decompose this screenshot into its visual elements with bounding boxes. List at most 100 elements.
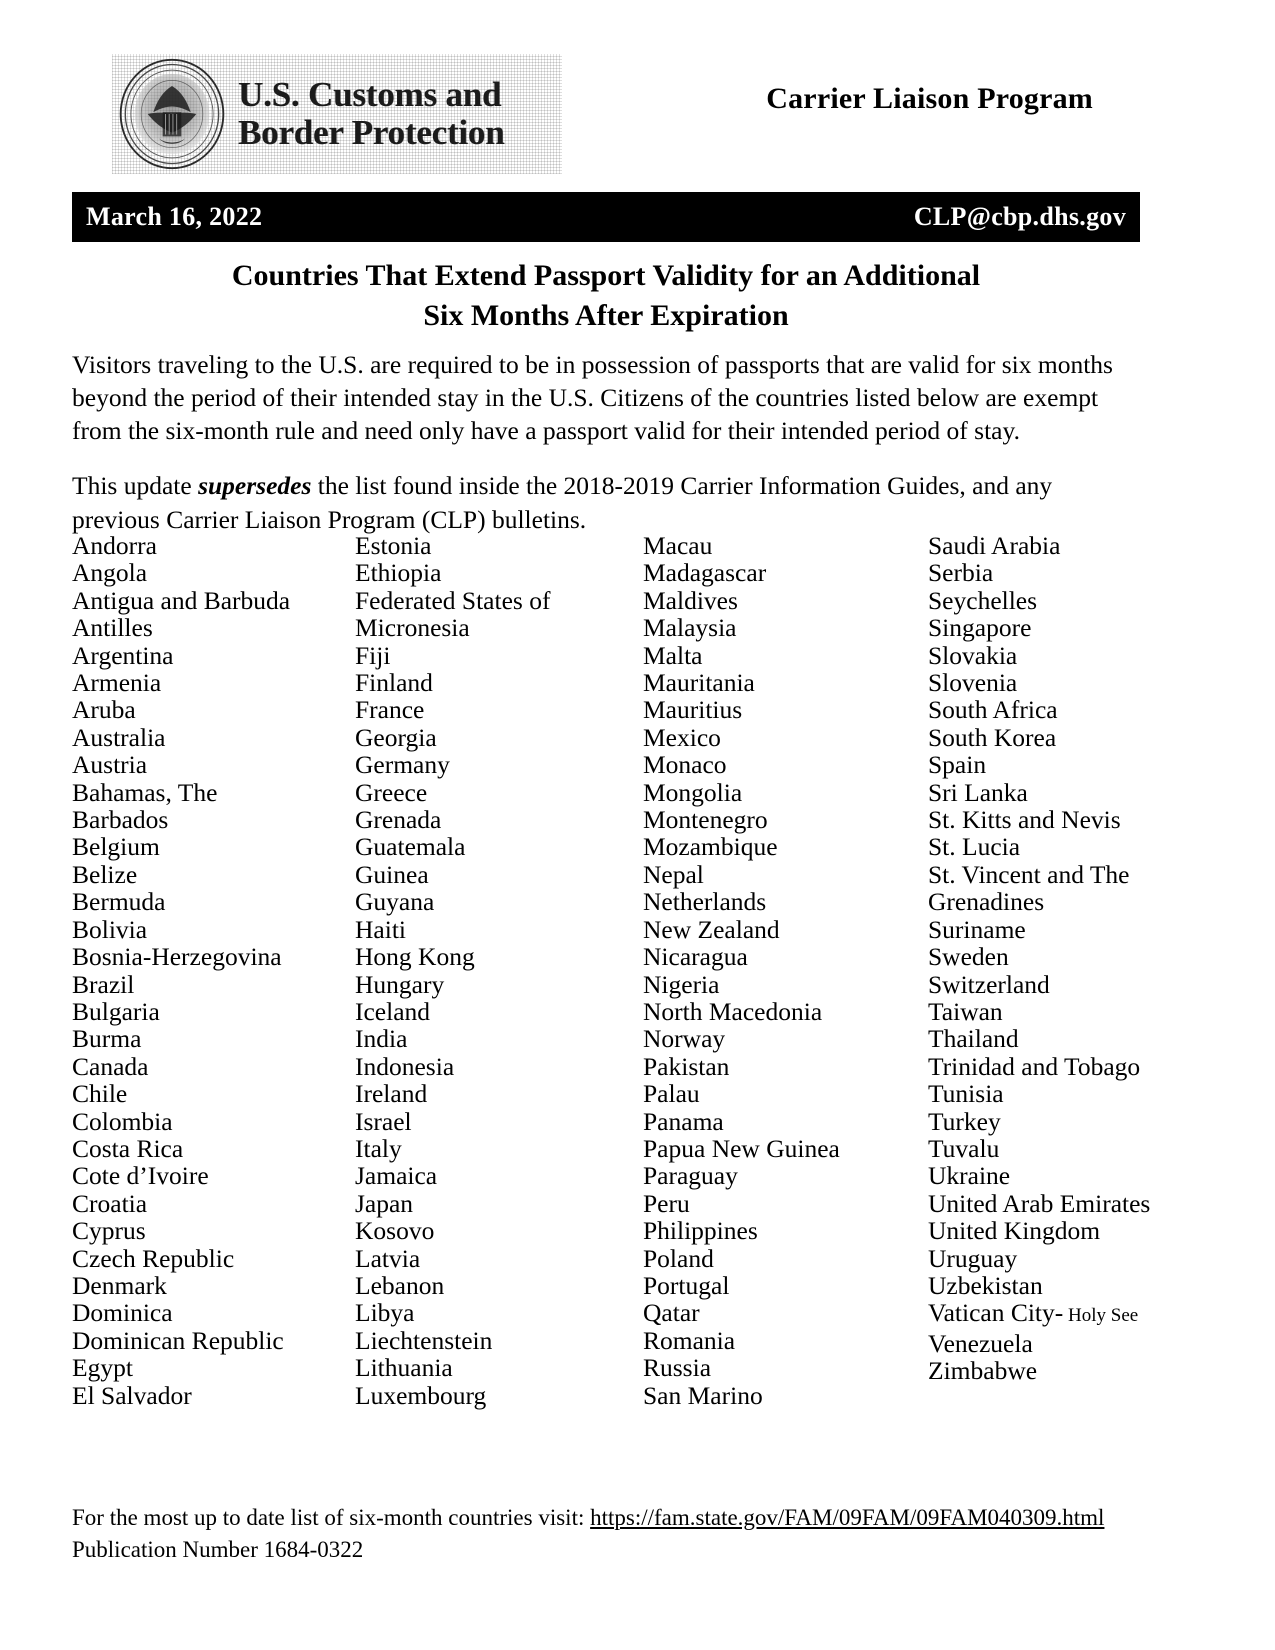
country-entry: Fiji (355, 640, 391, 670)
country-list: Andorra Angola Antigua and Barbuda Antilles… (72, 532, 1207, 1409)
country-entry: Ireland (355, 1079, 428, 1109)
cbp-logo-block: U.S. Customs and Border Protection (112, 54, 562, 174)
body-text: Visitors traveling to the U.S. are requi… (72, 348, 1135, 558)
country-entry: Australia (72, 722, 166, 752)
country-entry: Madagascar (643, 558, 767, 588)
country-entry: Jamaica (355, 1161, 438, 1191)
country-entry: Bermuda (72, 887, 166, 917)
country-entry: Uzbekistan (928, 1270, 1043, 1300)
country-entry: Mauritius (643, 695, 743, 725)
country-entry: Argentina (72, 640, 174, 670)
country-entry: Serbia (928, 558, 994, 588)
country-entry: Barbados (72, 805, 169, 835)
country-entry: Seychelles (928, 585, 1038, 615)
page-title-line-1: Countries That Extend Passport Validity … (231, 259, 981, 292)
country-entry: Monaco (643, 750, 727, 780)
country-entry: France (355, 695, 425, 725)
country-entry: Dominican Republic (72, 1325, 284, 1355)
country-entry: Haiti (355, 914, 406, 944)
country-entry: Slovakia (928, 640, 1018, 670)
country-entry: Czech Republic (72, 1243, 235, 1273)
country-entry: Armenia (72, 668, 162, 698)
country-entry: Austria (72, 750, 148, 780)
country-entry: Peru (643, 1188, 690, 1218)
country-entry: Guatemala (355, 832, 466, 862)
contact-email[interactable]: CLP@cbp.dhs.gov (914, 202, 1126, 232)
country-entry: Mozambique (643, 832, 778, 862)
footer: For the most up to date list of six-mont… (72, 1502, 1172, 1565)
country-entry: Lebanon (355, 1270, 445, 1300)
country-entry: Norway (643, 1024, 726, 1054)
country-entry: Denmark (72, 1270, 167, 1300)
country-entry: Sri Lanka (928, 777, 1028, 807)
paragraph-supersedes-prefix: This update (72, 471, 199, 501)
fam-url-link[interactable]: https://fam.state.gov/FAM/09FAM/09FAM040… (590, 1505, 1104, 1530)
country-entry: Lithuania (355, 1353, 453, 1383)
country-entry: Cyprus (72, 1216, 146, 1246)
country-entry: Panama (643, 1106, 724, 1136)
paragraph-requirements-text: Visitors traveling to the U.S. are requi… (72, 350, 1113, 446)
country-entry: Hong Kong (355, 942, 475, 972)
country-entry: Libya (355, 1298, 415, 1328)
bulletin-date: March 16, 2022 (86, 202, 263, 231)
country-entry: Croatia (72, 1188, 148, 1218)
country-entry: Liechtenstein (355, 1325, 493, 1355)
document-page: U.S. Customs and Border Protection Carri… (0, 0, 1275, 1650)
country-column-2: Estonia Ethiopia Federated States of Micron… (355, 532, 643, 1409)
country-entry: Indonesia (355, 1051, 455, 1081)
country-entry: Germany (355, 750, 450, 780)
country-entry: Chile (72, 1079, 128, 1109)
country-entry: Uruguay (928, 1243, 1018, 1273)
country-entry: Colombia (72, 1106, 173, 1136)
country-entry: Pakistan (643, 1051, 730, 1081)
country-entry: Philippines (643, 1216, 758, 1246)
country-entry: United Arab Emirates (928, 1188, 1151, 1218)
country-entry: South Korea (928, 722, 1057, 752)
country-entry: Singapore (928, 613, 1032, 643)
country-entry: Bahamas, The (72, 777, 218, 807)
country-entry: Trinidad and Tobago (928, 1051, 1141, 1081)
country-entry: Latvia (355, 1243, 421, 1273)
country-entry: India (355, 1024, 408, 1054)
country-entry: Bosnia-Herzegovina (72, 942, 282, 972)
country-entry: Kosovo (355, 1216, 435, 1246)
country-entry: Ukraine (928, 1161, 1011, 1191)
country-entry: Antilles (72, 613, 153, 643)
agency-name-line-1: U.S. Customs and (238, 75, 502, 115)
country-entry: Italy (355, 1133, 402, 1163)
country-entry: Belize (72, 859, 138, 889)
country-entry: Malta (643, 640, 703, 670)
country-entry: Tuvalu (928, 1133, 1000, 1163)
country-entry: Grenadines (928, 887, 1045, 917)
country-entry: Federated States of (355, 585, 551, 615)
country-entry: Andorra (72, 531, 157, 560)
country-entry: Russia (643, 1353, 712, 1383)
country-entry: Nicaragua (643, 942, 748, 972)
program-title: Carrier Liaison Program (766, 82, 1093, 115)
country-entry: Angola (72, 558, 148, 588)
country-entry: Grenada (355, 805, 442, 835)
country-entry: St. Lucia (928, 832, 1021, 862)
country-entry: Paraguay (643, 1161, 738, 1191)
cbp-seal-icon (119, 58, 225, 170)
country-entry: Taiwan (928, 996, 1003, 1026)
country-entry: Guinea (355, 859, 429, 889)
country-entry: St. Kitts and Nevis (928, 805, 1121, 835)
country-entry: Greece (355, 777, 428, 807)
country-entry: Portugal (643, 1270, 730, 1300)
country-entry: Finland (355, 668, 433, 698)
country-column-1: Andorra Angola Antigua and Barbuda Antilles… (72, 532, 355, 1409)
country-entry: Qatar (643, 1298, 700, 1328)
agency-name: U.S. Customs and Border Protection (238, 75, 505, 152)
country-entry: Ethiopia (355, 558, 442, 588)
page-title: Countries That Extend Passport Validity … (72, 256, 1140, 335)
country-entry: St. Vincent and The (928, 859, 1130, 889)
country-entry: Nepal (643, 859, 704, 889)
country-entry: New Zealand (643, 914, 780, 944)
country-entry: Cote d’Ivoire (72, 1161, 209, 1191)
country-entry: Montenegro (643, 805, 768, 835)
country-entry: Romania (643, 1325, 736, 1355)
country-alt-name: Holy See (1063, 1305, 1139, 1327)
country-entry: Saudi Arabia (928, 531, 1061, 560)
country-entry: Mauritania (643, 668, 755, 698)
